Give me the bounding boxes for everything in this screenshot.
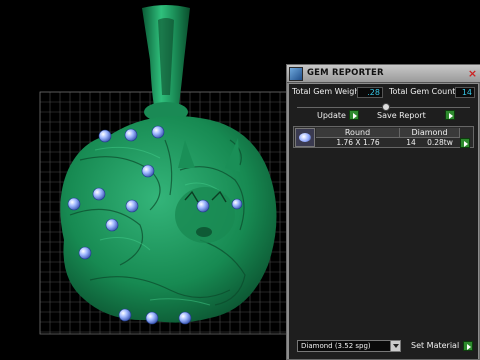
gem <box>196 199 210 213</box>
save-report-play-arrow-icon[interactable] <box>445 110 455 120</box>
close-icon[interactable]: × <box>467 68 478 79</box>
gem <box>98 129 112 143</box>
gem <box>92 187 106 201</box>
round-gem-icon <box>295 128 315 147</box>
gem-count-cell: 14 <box>406 138 416 147</box>
total-gem-count-value: 14 <box>455 87 475 98</box>
set-material-button-label[interactable]: Set Material <box>411 341 459 350</box>
row-play-arrow-icon[interactable] <box>460 138 470 148</box>
gem <box>231 198 243 210</box>
gem-reporter-panel: GEM REPORTER × Total Gem Weight .28 Tota… <box>286 64 480 360</box>
gem <box>141 164 155 178</box>
set-material-play-arrow-icon[interactable] <box>463 341 473 351</box>
gem <box>105 218 119 232</box>
gem <box>124 128 138 142</box>
pendant-body <box>60 116 277 323</box>
update-button-label[interactable]: Update <box>317 111 346 120</box>
gem-table: Round Diamond 1.76 X 1.76 14 0.28tw <box>293 126 474 148</box>
gem <box>118 308 132 322</box>
chevron-down-icon[interactable] <box>390 341 400 351</box>
total-gem-weight-label: Total Gem Weight <box>292 87 363 96</box>
gem <box>151 125 165 139</box>
3d-viewport[interactable]: GEM REPORTER × Total Gem Weight .28 Tota… <box>0 0 480 360</box>
save-report-button-label[interactable]: Save Report <box>377 111 426 120</box>
material-select-value: Diamond (3.52 spg) <box>301 342 371 350</box>
panel-body: Total Gem Weight .28 Total Gem Count 14 … <box>289 84 478 359</box>
update-play-arrow-icon[interactable] <box>349 110 359 120</box>
panel-titlebar[interactable]: GEM REPORTER × <box>287 65 480 83</box>
gem <box>145 311 159 325</box>
total-gem-count-label: Total Gem Count <box>389 87 456 96</box>
col-header-material: Diamond <box>400 128 460 138</box>
gem-reporter-icon <box>289 67 303 81</box>
material-select[interactable]: Diamond (3.52 spg) <box>297 340 401 352</box>
gem-size-cell: 1.76 X 1.76 <box>336 138 380 147</box>
panel-title: GEM REPORTER <box>307 68 384 78</box>
col-header-shape: Round <box>316 128 400 138</box>
gem <box>178 311 192 325</box>
gem <box>78 246 92 260</box>
gem-weight-cell: 0.28tw <box>427 138 453 147</box>
gem <box>125 199 139 213</box>
slider-thumb[interactable] <box>382 103 390 111</box>
total-gem-weight-value: .28 <box>357 87 383 98</box>
gem <box>67 197 81 211</box>
